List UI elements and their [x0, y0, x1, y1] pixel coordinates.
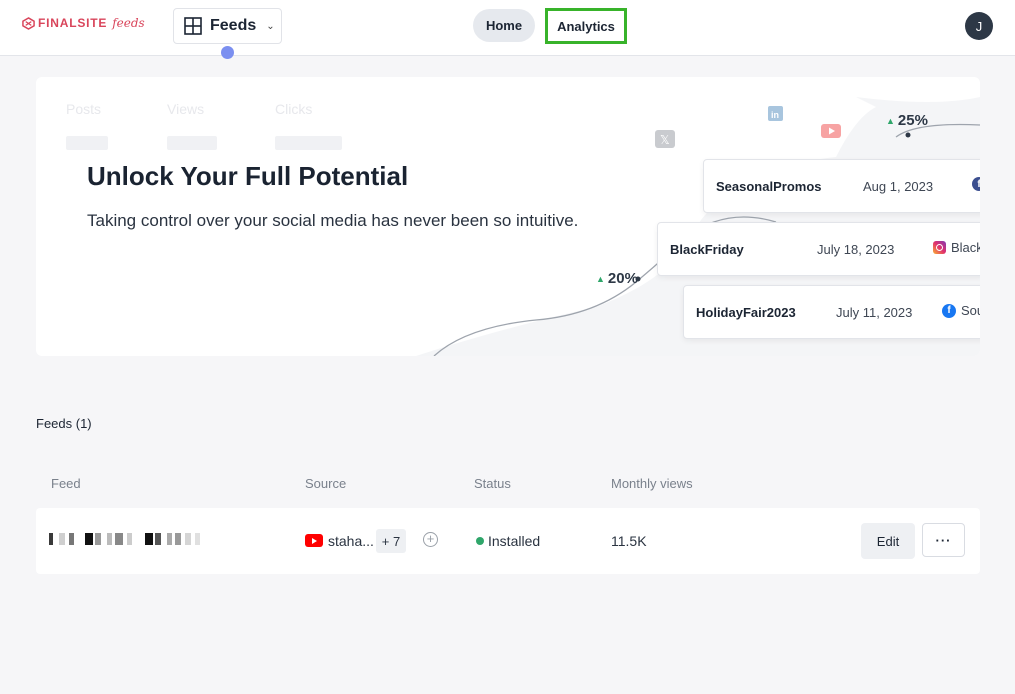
stat-upper-value: 25% — [897, 112, 928, 129]
campaign-source: f Sou — [942, 303, 980, 318]
trend-up-icon: ▲ — [596, 273, 605, 284]
facebook-icon: f — [972, 177, 980, 191]
trend-up-icon: ▲ — [886, 115, 895, 126]
more-sources-badge[interactable]: + 7 — [376, 529, 406, 553]
status-indicator-icon — [476, 537, 484, 545]
redacted-feed-name — [49, 533, 201, 545]
svg-text:𝕏: 𝕏 — [660, 133, 670, 147]
hero-subtitle: Taking control over your social media ha… — [87, 211, 579, 230]
logo-brand-text: FINALSITE — [38, 16, 108, 30]
campaign-name: HolidayFair2023 — [696, 305, 796, 320]
stat-lower-value: 20% — [607, 270, 638, 287]
campaign-card: BlackFriday July 18, 2023 Black — [657, 222, 980, 276]
more-options-button[interactable]: ··· — [922, 523, 965, 557]
campaign-source: f — [972, 177, 980, 191]
facebook-icon: f — [942, 303, 956, 318]
campaign-name: BlackFriday — [670, 242, 744, 257]
feeds-dropdown[interactable]: Feeds ⌄ — [173, 8, 282, 44]
youtube-icon — [305, 534, 323, 547]
nav-analytics-button[interactable]: Analytics — [545, 8, 627, 44]
top-bar: FINALSITE feeds Feeds ⌄ Home Analytics J — [0, 0, 1015, 56]
logo-mark-icon — [22, 16, 35, 30]
svg-text:in: in — [771, 110, 779, 120]
campaign-date: July 11, 2023 — [836, 305, 913, 320]
finalsite-logo[interactable]: FINALSITE feeds — [22, 16, 145, 30]
layout-grid-icon — [184, 17, 202, 35]
stat-growth-lower: ▲ 20% — [596, 270, 638, 287]
add-source-icon[interactable]: + — [423, 532, 438, 547]
nav-home-button[interactable]: Home — [473, 9, 535, 42]
column-header-status: Status — [474, 476, 511, 491]
feeds-section-title: Feeds (1) — [36, 416, 92, 431]
campaign-card: SeasonalPromos Aug 1, 2023 f — [703, 159, 980, 213]
status-text: Installed — [488, 533, 541, 549]
monthly-views-value: 11.5K — [611, 533, 647, 549]
hero-title: Unlock Your Full Potential — [87, 161, 409, 191]
campaign-source-label: Sou — [961, 303, 980, 318]
column-header-monthly-views: Monthly views — [611, 476, 693, 491]
table-row[interactable]: staha... + 7 + Installed 11.5K Edit ··· — [36, 508, 980, 574]
campaign-name: SeasonalPromos — [716, 179, 822, 194]
notification-dot — [221, 46, 234, 59]
edit-button[interactable]: Edit — [861, 523, 915, 559]
column-header-source: Source — [305, 476, 347, 491]
logo-product-text: feeds — [112, 16, 145, 30]
stat-growth-upper: ▲ 25% — [886, 112, 928, 129]
column-header-feed: Feed — [51, 476, 81, 491]
campaign-date: Aug 1, 2023 — [863, 179, 934, 194]
campaign-source: Black — [933, 240, 980, 255]
source-name[interactable]: staha... — [328, 533, 374, 549]
campaign-source-label: Black — [951, 240, 980, 255]
feeds-dropdown-label: Feeds — [210, 17, 257, 34]
chevron-down-icon: ⌄ — [266, 20, 275, 32]
campaign-date: July 18, 2023 — [817, 242, 895, 257]
user-avatar[interactable]: J — [965, 12, 993, 40]
instagram-icon — [933, 241, 946, 254]
campaign-card: HolidayFair2023 July 11, 2023 f Sou — [683, 285, 980, 339]
hero-banner: Posts Views Clicks in 𝕏 ▲ 20% ▲ 25% Unlo… — [36, 77, 980, 356]
